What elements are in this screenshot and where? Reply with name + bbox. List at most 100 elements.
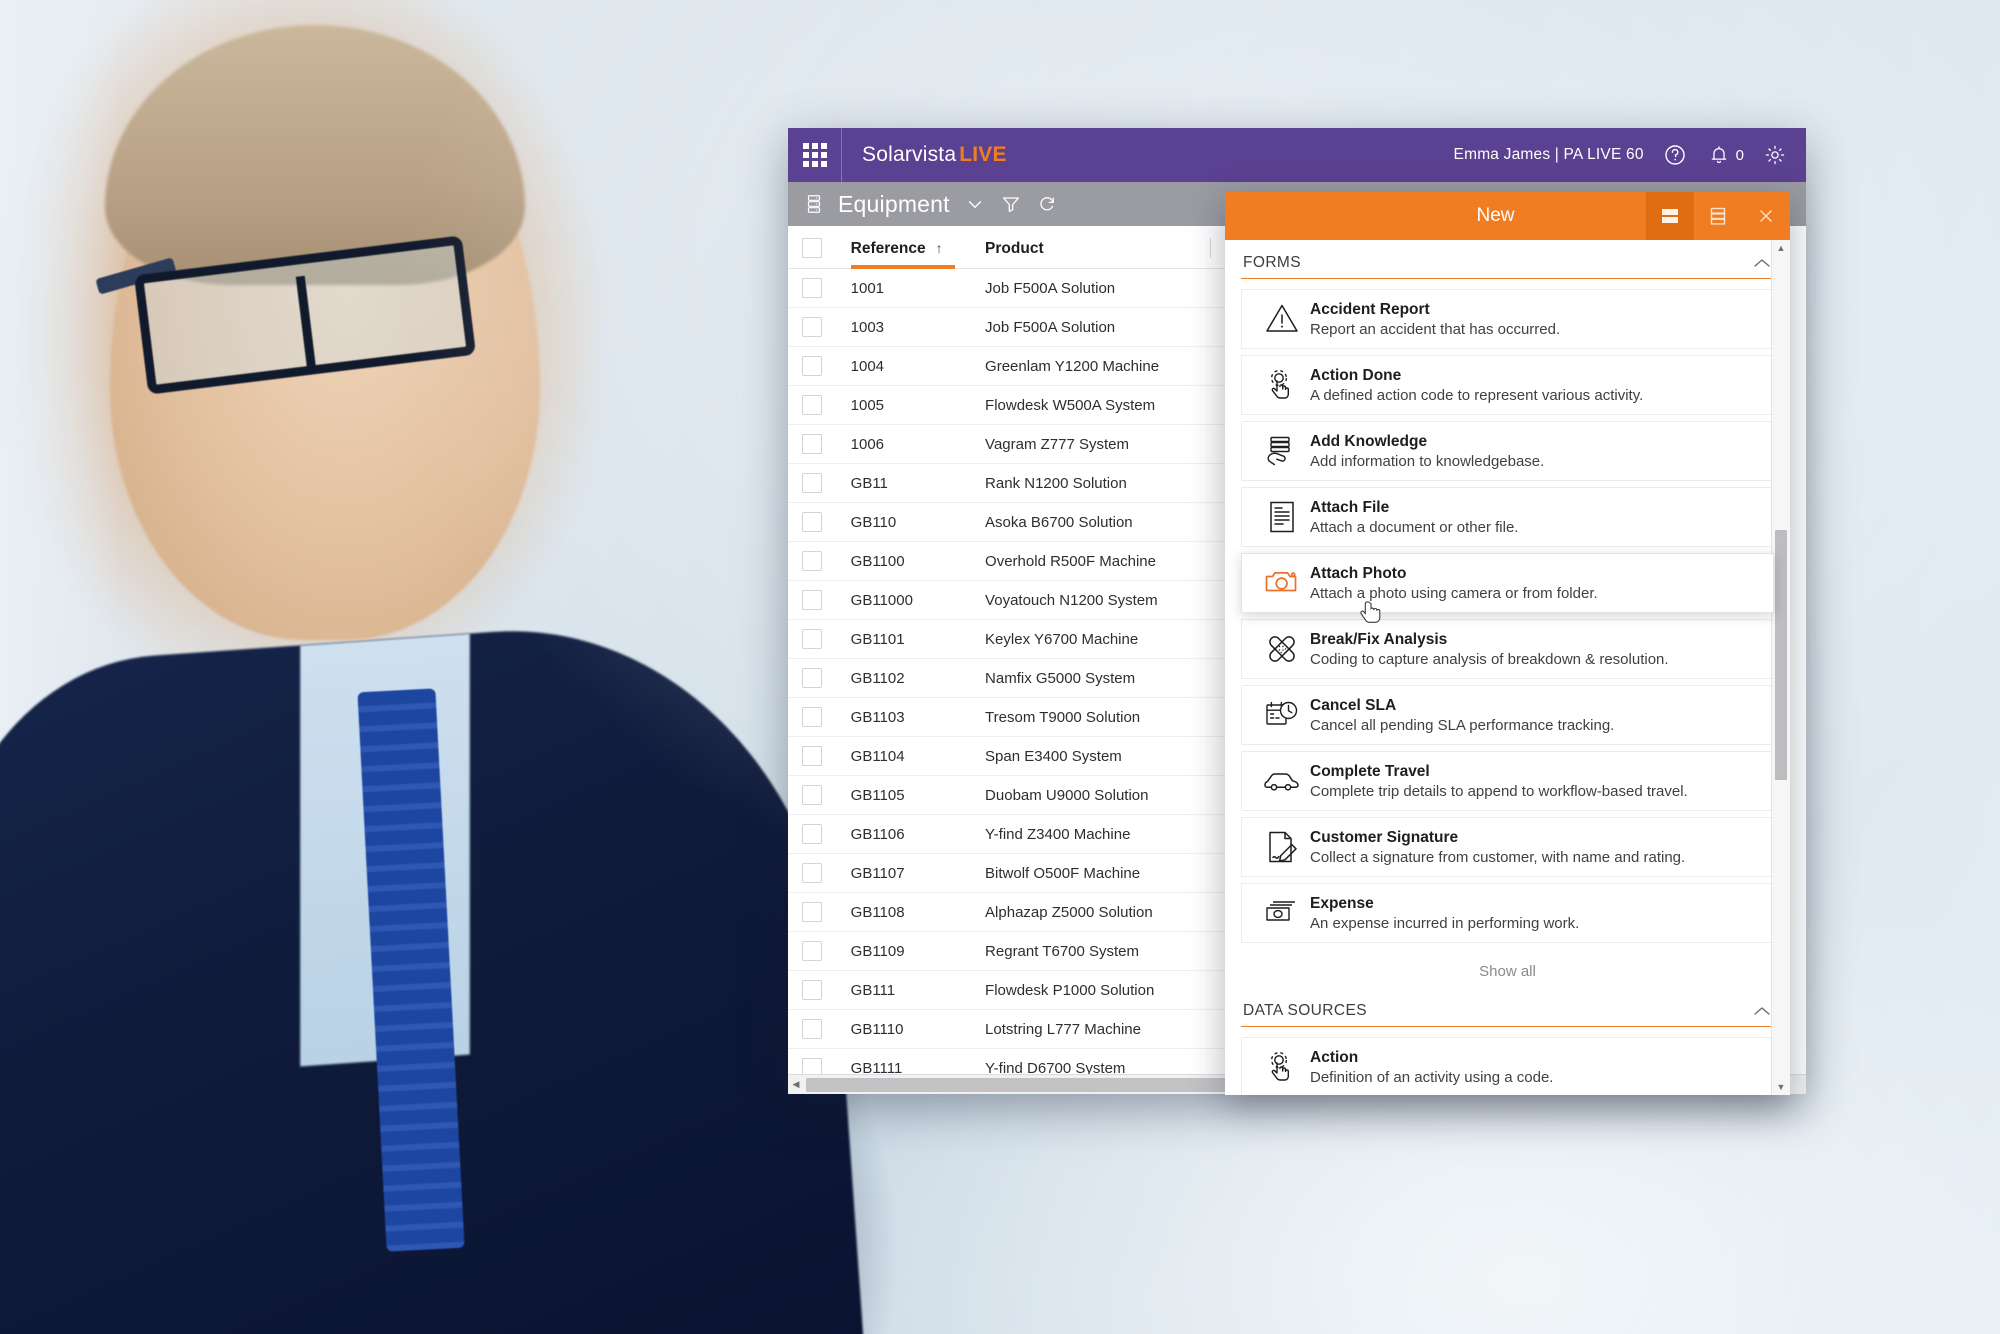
new-item-title: Expense bbox=[1310, 894, 1374, 912]
refresh-icon[interactable] bbox=[1036, 193, 1058, 215]
row-checkbox[interactable] bbox=[802, 863, 822, 883]
row-checkbox[interactable] bbox=[802, 356, 822, 376]
cell-product: Asoka B6700 Solution bbox=[977, 502, 1219, 542]
cell-reference: 1003 bbox=[842, 307, 978, 347]
row-checkbox[interactable] bbox=[802, 434, 822, 454]
new-item-title: Break/Fix Analysis bbox=[1310, 630, 1448, 648]
new-item-card[interactable]: Expense An expense incurred in performing… bbox=[1241, 883, 1774, 943]
new-item-title: Customer Signature bbox=[1310, 828, 1459, 846]
cell-reference: 1005 bbox=[842, 385, 978, 425]
column-header-product-label: Product bbox=[985, 240, 1044, 257]
scroll-up-arrow-icon[interactable]: ▲ bbox=[1772, 240, 1790, 256]
row-checkbox[interactable] bbox=[802, 707, 822, 727]
new-item-card[interactable]: Break/Fix Analysis Coding to capture anal… bbox=[1241, 619, 1774, 679]
scroll-left-arrow-icon[interactable]: ◀ bbox=[788, 1079, 804, 1090]
chevron-up-icon[interactable] bbox=[1752, 1004, 1772, 1018]
row-checkbox[interactable] bbox=[802, 551, 822, 571]
row-select-cell bbox=[788, 1009, 843, 1049]
row-checkbox[interactable] bbox=[802, 1019, 822, 1039]
row-select-cell bbox=[788, 580, 843, 620]
cell-reference: GB1107 bbox=[842, 853, 978, 893]
column-header-reference[interactable]: Reference ↑ bbox=[842, 226, 978, 269]
cell-reference: 1006 bbox=[842, 424, 978, 464]
cell-reference: GB1104 bbox=[842, 736, 978, 776]
new-item-subtitle: Cancel all pending SLA performance track… bbox=[1310, 716, 1615, 734]
notification-count: 0 bbox=[1735, 146, 1744, 164]
bell-icon bbox=[1706, 142, 1732, 168]
row-checkbox[interactable] bbox=[802, 668, 822, 688]
row-select-cell bbox=[788, 424, 843, 464]
new-item-card[interactable]: Attach Photo Attach a photo using camera … bbox=[1241, 553, 1774, 613]
panel-section-label: FORMS bbox=[1243, 254, 1301, 271]
warning-triangle-icon bbox=[1254, 299, 1310, 339]
row-checkbox[interactable] bbox=[802, 941, 822, 961]
row-checkbox[interactable] bbox=[802, 512, 822, 532]
row-select-cell bbox=[788, 268, 843, 308]
row-checkbox[interactable] bbox=[802, 785, 822, 805]
new-item-card[interactable]: Add Knowledge Add information to knowledg… bbox=[1241, 421, 1774, 481]
new-item-card[interactable]: Accident Report Report an accident that h… bbox=[1241, 289, 1774, 349]
cell-product: Tresom T9000 Solution bbox=[977, 697, 1219, 737]
row-checkbox[interactable] bbox=[802, 473, 822, 493]
new-item-title: Add Knowledge bbox=[1310, 432, 1428, 450]
cell-product: Overhold R500F Machine bbox=[977, 541, 1219, 581]
cell-product: Lotstring L777 Machine bbox=[977, 1009, 1219, 1049]
select-all-checkbox[interactable] bbox=[802, 238, 822, 258]
user-account-label[interactable]: Emma James | PA LIVE 60 bbox=[1454, 146, 1644, 164]
bandage-cross-icon bbox=[1254, 629, 1310, 669]
new-item-subtitle: A defined action code to represent vario… bbox=[1310, 386, 1644, 404]
help-circle-icon[interactable] bbox=[1662, 142, 1688, 168]
calendar-clock-icon bbox=[1254, 695, 1310, 735]
row-checkbox[interactable] bbox=[802, 980, 822, 1000]
document-icon bbox=[1254, 497, 1310, 537]
panel-vertical-scrollbar[interactable]: ▲ ▼ bbox=[1771, 240, 1790, 1095]
brand-name: Solarvista bbox=[862, 143, 957, 166]
new-item-card[interactable]: Cancel SLA Cancel all pending SLA perform… bbox=[1241, 685, 1774, 745]
new-item-card[interactable]: Attach File Attach a document or other fi… bbox=[1241, 487, 1774, 547]
page-title: Equipment bbox=[838, 190, 950, 217]
row-select-cell bbox=[788, 463, 843, 503]
row-checkbox[interactable] bbox=[802, 317, 822, 337]
cell-reference: GB1102 bbox=[842, 658, 978, 698]
row-checkbox[interactable] bbox=[802, 902, 822, 922]
row-checkbox[interactable] bbox=[802, 629, 822, 649]
row-checkbox[interactable] bbox=[802, 278, 822, 298]
panel-scroll-thumb[interactable] bbox=[1775, 530, 1787, 780]
cell-product: Greenlam Y1200 Machine bbox=[977, 346, 1219, 386]
row-checkbox[interactable] bbox=[802, 746, 822, 766]
new-item-card[interactable]: Action Definition of an activity using a … bbox=[1241, 1037, 1774, 1095]
row-select-cell bbox=[788, 853, 843, 893]
new-item-title: Action bbox=[1310, 1048, 1359, 1066]
panel-section-header[interactable]: FORMS bbox=[1241, 240, 1774, 279]
new-item-card[interactable]: Customer Signature Collect a signature fr… bbox=[1241, 817, 1774, 877]
column-header-product[interactable]: Product bbox=[977, 226, 1219, 269]
close-icon[interactable] bbox=[1742, 192, 1790, 240]
three-row-layout-icon[interactable] bbox=[1694, 192, 1742, 240]
cell-product: Alphazap Z5000 Solution bbox=[977, 892, 1219, 932]
chevron-up-icon[interactable] bbox=[1752, 256, 1772, 270]
gear-icon[interactable] bbox=[1762, 142, 1788, 168]
funnel-icon[interactable] bbox=[1000, 193, 1022, 215]
notifications-button[interactable]: 0 bbox=[1706, 142, 1744, 168]
row-select-cell bbox=[788, 892, 843, 932]
row-checkbox[interactable] bbox=[802, 590, 822, 610]
chevron-down-icon[interactable] bbox=[964, 193, 986, 215]
horizontal-scroll-thumb[interactable] bbox=[806, 1077, 1246, 1092]
column-resize-handle[interactable] bbox=[1209, 238, 1211, 258]
new-item-subtitle: Attach a document or other file. bbox=[1310, 518, 1519, 536]
row-checkbox[interactable] bbox=[802, 395, 822, 415]
new-item-card[interactable]: Action Done A defined action code to repr… bbox=[1241, 355, 1774, 415]
panel-section-header[interactable]: DATA SOURCES bbox=[1241, 988, 1774, 1027]
banknotes-icon bbox=[1254, 893, 1310, 933]
show-all-link[interactable]: Show all bbox=[1241, 949, 1774, 988]
two-row-layout-icon[interactable] bbox=[1646, 192, 1694, 240]
new-item-title: Accident Report bbox=[1310, 300, 1430, 318]
hand-books-icon bbox=[1254, 431, 1310, 471]
scroll-down-arrow-icon[interactable]: ▼ bbox=[1772, 1079, 1790, 1095]
new-item-card[interactable]: Complete Travel Complete trip details to … bbox=[1241, 751, 1774, 811]
server-stack-icon[interactable] bbox=[804, 193, 824, 215]
apps-grid-icon[interactable] bbox=[788, 128, 842, 182]
row-checkbox[interactable] bbox=[802, 824, 822, 844]
row-select-cell bbox=[788, 502, 843, 542]
new-panel-body[interactable]: FORMS Accident Report Report an accident t… bbox=[1225, 240, 1790, 1095]
